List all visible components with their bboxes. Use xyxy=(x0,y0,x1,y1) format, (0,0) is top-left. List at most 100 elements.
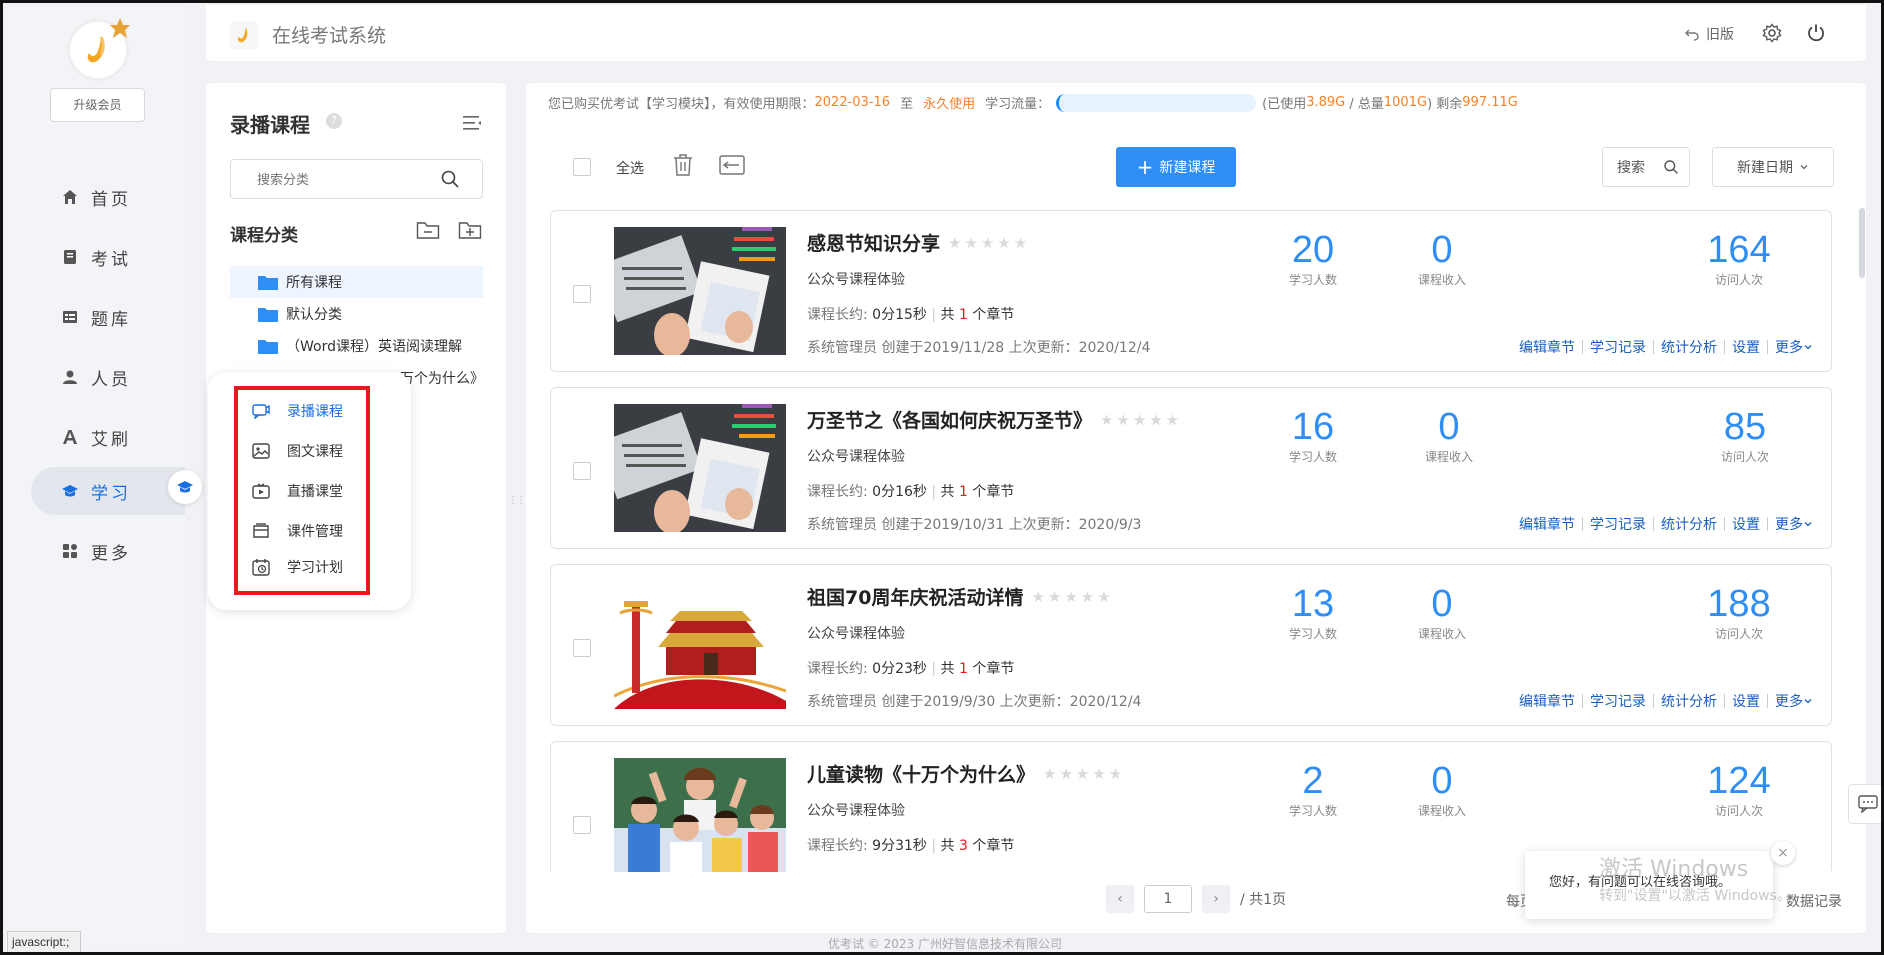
edit-chapters-link[interactable]: 编辑章节 xyxy=(1519,691,1575,711)
study-records-link[interactable]: 学习记录 xyxy=(1590,691,1646,711)
select-all-label[interactable]: 全选 xyxy=(616,158,644,178)
settings-link[interactable]: 设置 xyxy=(1732,691,1760,711)
chevron-down-icon[interactable] xyxy=(1803,342,1813,352)
tree-item-word-course[interactable]: （Word课程）英语阅读理解 xyxy=(230,330,483,362)
study-submenu-toggle[interactable] xyxy=(168,470,202,504)
course-card[interactable]: 万圣节之《各国如何庆祝万圣节》 ★★★★★ 公众号课程体验 课程长约: 0分16秒… xyxy=(550,387,1832,549)
old-version-link[interactable]: 旧版 xyxy=(1684,24,1734,44)
stat-visits: 188 访问人次 xyxy=(1679,583,1799,642)
course-title-text: 祖国70周年庆祝活动详情 xyxy=(807,587,1024,609)
search-icon[interactable] xyxy=(440,169,460,189)
course-checkbox[interactable] xyxy=(573,639,591,657)
duration-value: 9分31秒 xyxy=(872,838,927,854)
edit-chapters-link[interactable]: 编辑章节 xyxy=(1519,514,1575,534)
old-version-label: 旧版 xyxy=(1706,27,1734,43)
stat-income: 0 课程收入 xyxy=(1382,583,1502,642)
collapse-menu-icon[interactable] xyxy=(462,115,482,131)
study-records-link[interactable]: 学习记录 xyxy=(1590,337,1646,357)
stat-label: 课程收入 xyxy=(1417,804,1466,818)
nav-item-more[interactable]: 更多 xyxy=(31,527,185,575)
stat-label: 学习人数 xyxy=(1288,273,1337,287)
course-title[interactable]: 祖国70周年庆祝活动详情 ★★★★★ xyxy=(807,583,1114,610)
more-link[interactable]: 更多 xyxy=(1775,514,1803,534)
edit-chapters-link[interactable]: 编辑章节 xyxy=(1519,337,1575,357)
chevron-down-icon[interactable] xyxy=(1803,696,1813,706)
stats-link[interactable]: 统计分析 xyxy=(1661,514,1717,534)
stats-link[interactable]: 统计分析 xyxy=(1661,691,1717,711)
course-checkbox[interactable] xyxy=(573,816,591,834)
duration-label: 课程长约: xyxy=(807,307,868,323)
nav-label: 艾刷 xyxy=(91,429,131,450)
page-number-input[interactable]: 1 xyxy=(1144,885,1192,913)
stats-link[interactable]: 统计分析 xyxy=(1661,337,1717,357)
nav-item-people[interactable]: 人员 xyxy=(31,353,185,401)
more-link[interactable]: 更多 xyxy=(1775,691,1803,711)
chapters-pre: 共 xyxy=(940,838,955,854)
course-card[interactable]: 感恩节知识分享 ★★★★★ 公众号课程体验 课程长约: 0分15秒 | 共 1 个… xyxy=(550,210,1832,372)
settings-link[interactable]: 设置 xyxy=(1732,514,1760,534)
help-icon[interactable]: ? xyxy=(326,113,342,129)
divider xyxy=(1653,694,1654,708)
stat-value: 0 xyxy=(1431,583,1453,625)
brand-logo[interactable] xyxy=(67,18,130,81)
person-icon xyxy=(61,368,79,386)
course-duration: 课程长约: 9分31秒 | 共 3 个章节 xyxy=(807,838,1015,854)
nav-item-exam[interactable]: 考试 xyxy=(31,233,185,281)
logout-button[interactable] xyxy=(1806,23,1826,47)
course-thumbnail[interactable] xyxy=(614,404,786,532)
select-all-checkbox[interactable] xyxy=(573,158,591,176)
course-checkbox[interactable] xyxy=(573,285,591,303)
folder-minus-icon[interactable] xyxy=(416,220,440,240)
nav-item-study[interactable]: 学习 xyxy=(31,467,185,515)
course-checkbox[interactable] xyxy=(573,462,591,480)
windows-activation-hint: 转到"设置"以激活 Windows。 xyxy=(1599,888,1791,904)
folder-icon xyxy=(258,276,278,290)
course-title[interactable]: 感恩节知识分享 ★★★★★ xyxy=(807,229,1030,256)
course-title[interactable]: 万圣节之《各国如何庆祝万圣节》 ★★★★★ xyxy=(807,406,1182,433)
stat-label: 访问人次 xyxy=(1714,804,1763,818)
scrollbar-thumb[interactable] xyxy=(1859,208,1865,278)
nav-item-question-bank[interactable]: 题库 xyxy=(31,293,185,341)
course-thumbnail[interactable] xyxy=(614,227,786,355)
notice-to: 至 xyxy=(900,97,914,112)
chevron-down-icon[interactable] xyxy=(1803,519,1813,529)
nav-label: 更多 xyxy=(91,543,131,564)
stat-value: 2 xyxy=(1302,760,1324,802)
chapters-pre: 共 xyxy=(940,484,955,500)
course-thumbnail[interactable] xyxy=(614,581,786,709)
panel-splitter[interactable]: ⋮⋮ xyxy=(508,495,526,519)
course-title[interactable]: 儿童读物《十万个为什么》 ★★★★★ xyxy=(807,760,1125,787)
stat-income: 0 课程收入 xyxy=(1382,229,1502,288)
prev-page-button[interactable]: ‹ xyxy=(1106,885,1134,913)
new-course-button[interactable]: + 新建课程 xyxy=(1116,147,1236,187)
browser-status-bar: javascript:; xyxy=(7,931,81,952)
tree-item-all-courses[interactable]: 所有课程 xyxy=(230,266,483,298)
next-page-button[interactable]: › xyxy=(1202,885,1230,913)
trash-icon[interactable] xyxy=(672,153,694,177)
course-thumbnail[interactable] xyxy=(614,758,786,872)
footer-copyright: 优考试 © 2023 广州好智信息技术有限公司 xyxy=(828,937,1062,951)
more-link[interactable]: 更多 xyxy=(1775,337,1803,357)
settings-button[interactable] xyxy=(1762,23,1782,47)
study-records-link[interactable]: 学习记录 xyxy=(1590,514,1646,534)
tree-item-default[interactable]: 默认分类 xyxy=(230,298,483,330)
sort-dropdown[interactable]: 新建日期 xyxy=(1712,147,1834,187)
divider xyxy=(1767,517,1768,531)
stat-label: 学习人数 xyxy=(1288,450,1337,464)
chat-close-button[interactable]: × xyxy=(1771,841,1795,865)
side-chat-button[interactable] xyxy=(1848,784,1881,824)
stat-value: 20 xyxy=(1291,229,1335,271)
nav-item-home[interactable]: 首页 xyxy=(31,173,185,221)
stat-visits: 85 访问人次 xyxy=(1685,406,1805,465)
course-card[interactable]: 祖国70周年庆祝活动详情 ★★★★★ 公众号课程体验 课程长约: 0分23秒 | … xyxy=(550,564,1832,726)
tree-item-label: 万个为什么》 xyxy=(400,371,484,387)
upgrade-button[interactable]: 升级会员 xyxy=(50,88,145,122)
nav-item-aishua[interactable]: 艾刷 xyxy=(31,413,185,461)
move-back-icon[interactable] xyxy=(719,154,745,176)
stat-visits: 124 访问人次 xyxy=(1679,760,1799,819)
duration-value: 0分15秒 xyxy=(872,307,927,323)
nav-label: 题库 xyxy=(91,309,131,330)
settings-link[interactable]: 设置 xyxy=(1732,337,1760,357)
course-search-button[interactable]: 搜索 xyxy=(1602,147,1690,187)
folder-add-icon[interactable] xyxy=(458,220,482,240)
